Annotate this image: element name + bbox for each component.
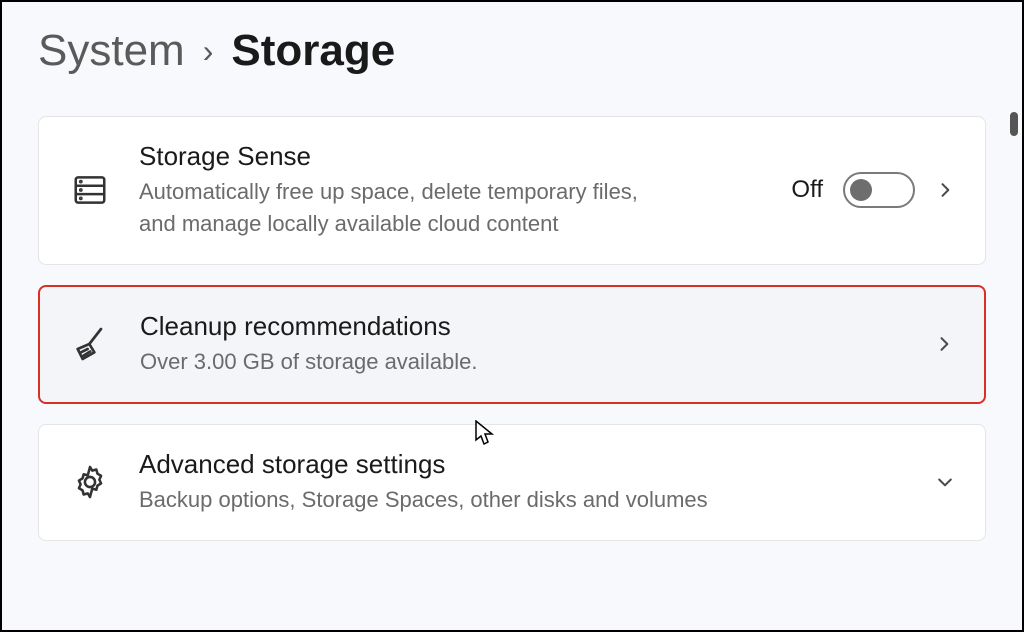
chevron-right-icon[interactable] <box>934 334 954 354</box>
scrollbar-thumb[interactable] <box>1010 112 1018 136</box>
card-body: Advanced storage settings Backup options… <box>139 449 907 516</box>
card-controls: Off <box>791 172 955 208</box>
storage-sense-card[interactable]: Storage Sense Automatically free up spac… <box>38 116 986 265</box>
toggle-knob <box>850 179 872 201</box>
broom-icon <box>70 323 112 365</box>
storage-sense-title: Storage Sense <box>139 141 763 172</box>
storage-sense-toggle[interactable] <box>843 172 915 208</box>
cleanup-desc: Over 3.00 GB of storage available. <box>140 346 906 378</box>
chevron-right-icon[interactable] <box>935 180 955 200</box>
chevron-down-icon[interactable] <box>935 472 955 492</box>
card-body: Storage Sense Automatically free up spac… <box>139 141 763 240</box>
card-controls <box>934 334 954 354</box>
storage-drive-icon <box>69 169 111 211</box>
advanced-title: Advanced storage settings <box>139 449 907 480</box>
card-controls <box>935 472 955 492</box>
advanced-desc: Backup options, Storage Spaces, other di… <box>139 484 907 516</box>
settings-card-list: Storage Sense Automatically free up spac… <box>2 116 1022 541</box>
cleanup-title: Cleanup recommendations <box>140 311 906 342</box>
breadcrumb-parent[interactable]: System <box>38 26 185 76</box>
breadcrumb: System › Storage <box>2 2 1022 116</box>
advanced-storage-card[interactable]: Advanced storage settings Backup options… <box>38 424 986 541</box>
breadcrumb-current: Storage <box>231 26 395 76</box>
chevron-right-icon: › <box>203 33 214 70</box>
card-body: Cleanup recommendations Over 3.00 GB of … <box>140 311 906 378</box>
toggle-state-label: Off <box>791 176 823 204</box>
gear-icon <box>69 461 111 503</box>
storage-sense-desc: Automatically free up space, delete temp… <box>139 176 659 240</box>
cleanup-recommendations-card[interactable]: Cleanup recommendations Over 3.00 GB of … <box>38 285 986 404</box>
